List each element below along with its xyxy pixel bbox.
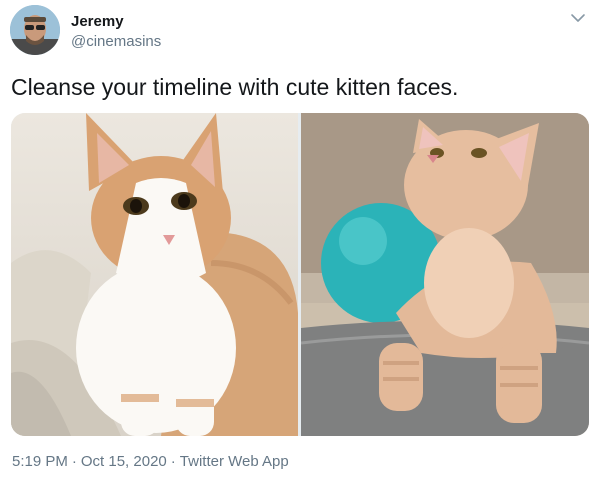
author-avatar[interactable] bbox=[10, 5, 60, 55]
tweet-photo-2[interactable] bbox=[301, 113, 589, 436]
meta-separator: · bbox=[170, 453, 176, 470]
tweet-media bbox=[11, 113, 589, 436]
tweet-card: Jeremy @cinemasins Cleanse your timeline… bbox=[0, 0, 600, 483]
tweet-date[interactable]: Oct 15, 2020 bbox=[81, 453, 167, 470]
tweet-menu-button[interactable] bbox=[566, 6, 590, 30]
cat-photo-icon bbox=[11, 113, 298, 436]
cat-photo-icon bbox=[301, 113, 589, 436]
author-name[interactable]: Jeremy bbox=[71, 13, 124, 30]
tweet-time[interactable]: 5:19 PM bbox=[12, 453, 68, 470]
author-handle[interactable]: @cinemasins bbox=[71, 33, 161, 50]
chevron-down-icon bbox=[571, 14, 585, 22]
avatar-photo-icon bbox=[10, 5, 60, 55]
meta-separator: · bbox=[71, 453, 77, 470]
tweet-photo-1[interactable] bbox=[11, 113, 298, 436]
tweet-text: Cleanse your timeline with cute kitten f… bbox=[11, 74, 459, 100]
tweet-source[interactable]: Twitter Web App bbox=[180, 453, 289, 470]
tweet-meta: 5:19 PM · Oct 15, 2020 · Twitter Web App bbox=[12, 453, 289, 470]
